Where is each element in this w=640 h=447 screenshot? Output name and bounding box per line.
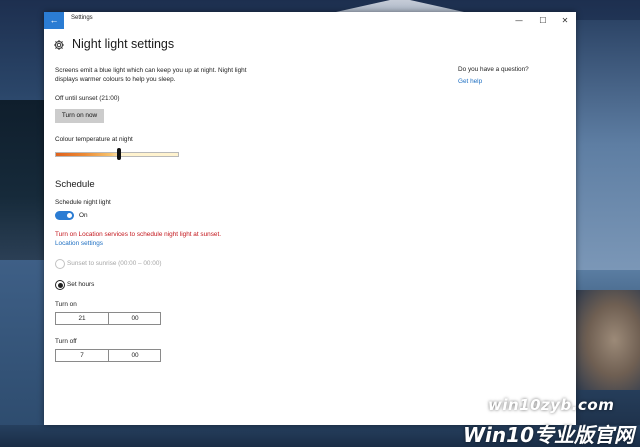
turn-on-now-button[interactable]: Turn on now	[55, 109, 104, 123]
colour-temperature-label: Colour temperature at night	[55, 136, 133, 143]
gear-icon	[54, 40, 64, 50]
close-icon: ✕	[561, 16, 569, 25]
window-title: Settings	[71, 15, 93, 21]
toggle-state-label: On	[79, 212, 88, 219]
title-bar: ← Settings — ☐ ✕	[44, 12, 576, 29]
lake-left	[0, 260, 45, 447]
location-settings-link[interactable]: Location settings	[55, 240, 103, 247]
watermark-url: win10zyb.com	[488, 396, 615, 414]
maximize-button[interactable]: ☐	[531, 12, 555, 29]
tree-line	[0, 100, 45, 260]
back-button[interactable]: ←	[44, 12, 64, 29]
minimize-button[interactable]: —	[507, 12, 531, 29]
description-text: Screens emit a blue light which can keep…	[55, 67, 247, 83]
turn-off-time-picker[interactable]: 7 00	[55, 349, 161, 362]
desktop-background: ← Settings — ☐ ✕ Night light settings Sc…	[0, 0, 640, 447]
sunset-to-sunrise-radio[interactable]	[55, 259, 65, 269]
turn-off-label: Turn off	[55, 338, 77, 345]
back-arrow-icon: ←	[49, 15, 59, 25]
radio-selected-dot	[57, 282, 63, 288]
schedule-heading: Schedule	[55, 179, 95, 190]
sunset-to-sunrise-label: Sunset to sunrise (00:00 – 00:00)	[67, 260, 162, 267]
turn-on-time-picker[interactable]: 21 00	[55, 312, 161, 325]
watermark-logo-text: Win10专业版官网	[463, 423, 634, 447]
schedule-night-light-label: Schedule night light	[55, 199, 111, 206]
driftwood-log	[576, 290, 640, 390]
help-heading: Do you have a question?	[458, 66, 529, 73]
set-hours-label: Set hours	[67, 281, 95, 288]
turn-on-minute[interactable]: 00	[108, 313, 161, 324]
turn-on-hour[interactable]: 21	[56, 313, 108, 324]
minimize-icon: —	[515, 16, 523, 25]
turn-off-minute[interactable]: 00	[108, 350, 161, 361]
maximize-icon: ☐	[539, 16, 547, 25]
set-hours-radio[interactable]	[55, 280, 65, 290]
page-title: Night light settings	[72, 37, 175, 51]
sky-right	[576, 20, 640, 270]
toggle-knob	[67, 213, 72, 218]
status-text: Off until sunset (21:00)	[55, 95, 120, 102]
schedule-toggle[interactable]	[55, 211, 74, 220]
get-help-link[interactable]: Get help	[458, 78, 482, 85]
colour-temperature-thumb[interactable]	[117, 148, 122, 160]
radio-circle-icon	[55, 259, 65, 269]
turn-off-hour[interactable]: 7	[56, 350, 108, 361]
colour-temperature-fill	[56, 153, 120, 156]
location-warning: Turn on Location services to schedule ni…	[55, 231, 222, 238]
settings-window: ← Settings — ☐ ✕ Night light settings Sc…	[44, 12, 576, 425]
close-button[interactable]: ✕	[553, 12, 577, 29]
turn-on-label: Turn on	[55, 301, 77, 308]
